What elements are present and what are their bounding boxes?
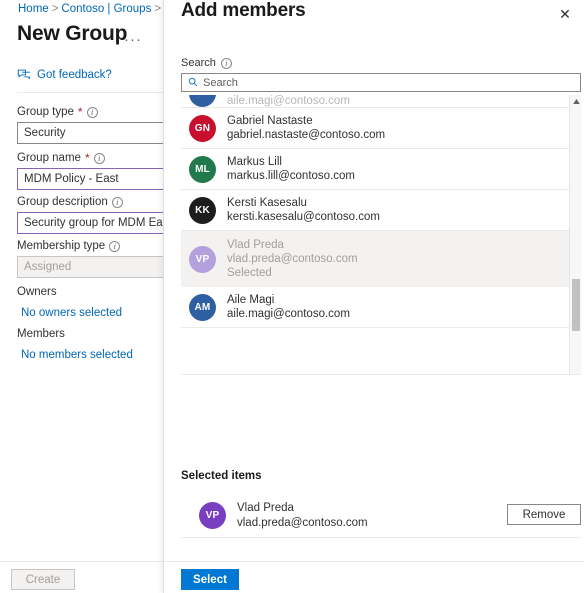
result-state: Selected — [227, 267, 272, 279]
field-group-name-label: Group name * i — [17, 152, 163, 164]
avatar: VP — [199, 502, 226, 529]
result-info: Kersti Kasesalu kersti.kasesalu@contoso.c… — [227, 197, 380, 223]
result-row[interactable]: AM Aile Magi aile.magi@contoso.com — [181, 287, 581, 328]
got-feedback-label: Got feedback? — [37, 68, 112, 81]
search-label: Search i — [181, 57, 232, 69]
result-info: aile.magi@contoso.com — [227, 95, 350, 107]
breadcrumb-separator: > — [51, 3, 59, 15]
breadcrumb-item-home[interactable]: Home — [18, 3, 49, 15]
info-icon[interactable]: i — [220, 57, 232, 69]
result-email: markus.lill@contoso.com — [227, 170, 355, 182]
member-results-list[interactable]: aile.magi@contoso.com GN Gabriel Nastaste g… — [181, 95, 581, 375]
divider — [17, 92, 163, 93]
got-feedback-button[interactable]: Got feedback? — [17, 68, 112, 81]
new-group-blade: Home>Contoso | Groups>Gr New Group ··· G… — [0, 0, 163, 593]
results-scrollbar[interactable] — [569, 95, 581, 374]
result-name: Gabriel Nastaste — [227, 115, 313, 127]
membership-type-select: Assigned — [17, 256, 163, 278]
avatar — [189, 95, 216, 107]
select-button[interactable]: Select — [181, 569, 239, 590]
owners-label: Owners — [17, 286, 57, 298]
result-info: Vlad Preda vlad.preda@contoso.com Selected — [227, 239, 358, 279]
selected-item-name: Vlad Preda — [237, 502, 294, 514]
selected-items-title: Selected items — [181, 470, 262, 482]
result-row[interactable]: aile.magi@contoso.com — [181, 95, 581, 108]
result-row[interactable]: KK Kersti Kasesalu kersti.kasesalu@contoso… — [181, 190, 581, 231]
required-asterisk: * — [77, 105, 83, 119]
label-text: Group description — [17, 196, 108, 208]
required-asterisk: * — [84, 151, 90, 165]
label-text: Group name — [17, 152, 81, 164]
avatar: ML — [189, 155, 216, 183]
remove-button[interactable]: Remove — [507, 504, 581, 525]
page-title: New Group — [17, 22, 128, 45]
field-group-description-label: Group description i — [17, 196, 163, 208]
result-name: Aile Magi — [227, 294, 275, 306]
scrollbar-thumb[interactable] — [572, 279, 580, 331]
search-label-text: Search — [181, 57, 216, 69]
avatar: VP — [189, 245, 216, 273]
section-owners: Owners No owners selected — [17, 286, 163, 319]
no-owners-selected-link[interactable]: No owners selected — [21, 307, 163, 319]
avatar: GN — [189, 114, 216, 142]
breadcrumb-separator: > — [154, 3, 162, 15]
more-menu-button[interactable]: ··· — [124, 31, 142, 48]
field-group-type: Group type * i Security — [17, 106, 163, 144]
selected-item-info: Vlad Preda vlad.preda@contoso.com — [237, 502, 368, 529]
field-group-name: Group name * i MDM Policy - East — [17, 152, 163, 190]
info-icon[interactable]: i — [93, 152, 105, 164]
field-group-type-label: Group type * i — [17, 106, 163, 118]
feedback-icon — [17, 68, 30, 81]
create-button[interactable]: Create — [11, 569, 75, 590]
avatar: KK — [189, 196, 216, 224]
footer-divider — [0, 561, 163, 562]
panel-title: Add members — [181, 0, 306, 21]
screen-root: Home>Contoso | Groups>Gr New Group ··· G… — [0, 0, 584, 593]
avatar: AM — [189, 293, 216, 321]
result-email: kersti.kasesalu@contoso.com — [227, 211, 380, 223]
search-icon — [188, 74, 198, 92]
result-info: Markus Lill markus.lill@contoso.com — [227, 156, 355, 182]
field-membership-type-label: Membership type i — [17, 240, 163, 252]
no-members-selected-link[interactable]: No members selected — [21, 349, 163, 361]
field-group-description: Group description i Security group for M… — [17, 196, 163, 234]
scroll-up-arrow-icon[interactable] — [572, 97, 580, 105]
breadcrumb: Home>Contoso | Groups>Gr — [18, 3, 163, 15]
result-info: Aile Magi aile.magi@contoso.com — [227, 294, 350, 320]
field-membership-type: Membership type i Assigned — [17, 240, 163, 278]
result-email: aile.magi@contoso.com — [227, 308, 350, 320]
group-description-input[interactable]: Security group for MDM East — [17, 212, 163, 234]
result-email: gabriel.nastaste@contoso.com — [227, 129, 386, 141]
result-name: Markus Lill — [227, 156, 282, 168]
result-name: Vlad Preda — [227, 239, 284, 251]
group-name-input[interactable]: MDM Policy - East — [17, 168, 163, 190]
label-text: Membership type — [17, 240, 106, 252]
panel-footer-divider — [164, 561, 584, 562]
members-label: Members — [17, 328, 65, 340]
breadcrumb-item-contoso-groups[interactable]: Contoso | Groups — [61, 3, 151, 15]
section-members: Members No members selected — [17, 328, 163, 361]
label-text: Group type — [17, 106, 74, 118]
group-type-select[interactable]: Security — [17, 122, 163, 144]
selected-item-row: VP Vlad Preda vlad.preda@contoso.com Rem… — [181, 494, 581, 538]
info-icon[interactable]: i — [111, 196, 123, 208]
result-email: aile.magi@contoso.com — [227, 95, 350, 107]
result-name: Kersti Kasesalu — [227, 197, 307, 209]
info-icon[interactable]: i — [86, 106, 98, 118]
result-row[interactable]: ML Markus Lill markus.lill@contoso.com — [181, 149, 581, 190]
search-input[interactable]: Search — [181, 73, 581, 92]
selected-item-email: vlad.preda@contoso.com — [237, 517, 368, 529]
result-row[interactable]: VP Vlad Preda vlad.preda@contoso.com Select… — [181, 231, 581, 287]
close-icon[interactable]: ✕ — [554, 3, 576, 25]
search-placeholder: Search — [203, 76, 238, 89]
add-members-panel: Add members ✕ Search i Search aile.magi@… — [163, 0, 584, 593]
result-info: Gabriel Nastaste gabriel.nastaste@contoso… — [227, 115, 385, 141]
result-email: vlad.preda@contoso.com — [227, 253, 358, 265]
info-icon[interactable]: i — [109, 240, 121, 252]
result-row[interactable]: GN Gabriel Nastaste gabriel.nastaste@conto… — [181, 108, 581, 149]
